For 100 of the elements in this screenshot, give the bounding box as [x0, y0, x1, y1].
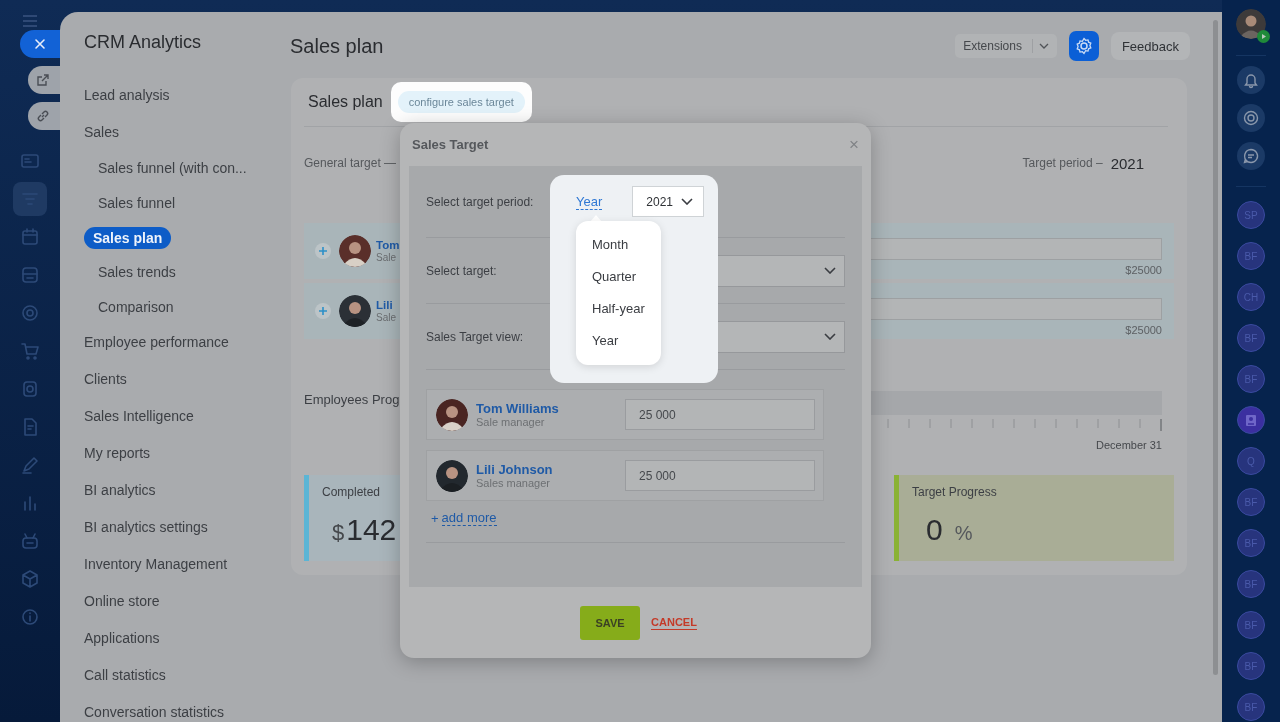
feedback-button[interactable]: Feedback [1110, 32, 1190, 60]
menu-item[interactable]: Quarter [576, 261, 661, 293]
sidebar-item[interactable]: Sales funnel (with con... [84, 151, 270, 186]
id-card-icon [20, 151, 40, 171]
cart-icon [20, 341, 40, 361]
target-icon [20, 303, 40, 323]
sidebar-item[interactable]: Online store [84, 583, 270, 620]
goals-button[interactable] [1237, 104, 1265, 132]
save-button[interactable]: SAVE [580, 605, 641, 640]
employee-name[interactable]: Tom Williams [476, 400, 625, 416]
sidebar-item[interactable]: Sales plan [84, 226, 172, 249]
expand-button[interactable] [315, 303, 331, 319]
chat-button[interactable] [1237, 142, 1265, 170]
expand-button[interactable] [315, 243, 331, 259]
notifications-button[interactable] [1237, 66, 1265, 94]
timeline-end-date: December 31 [1095, 439, 1162, 451]
progress-label: Employees Prog [304, 392, 400, 409]
device-icon [20, 379, 40, 399]
sidebar-item[interactable]: Applications [84, 620, 270, 657]
year-select[interactable]: 2021 [632, 186, 705, 217]
cube-icon [20, 569, 40, 589]
external-link-icon [36, 73, 50, 87]
menu-item[interactable]: Half-year [576, 293, 661, 325]
field-label: Select target: [426, 263, 498, 278]
currency-sign: $ [332, 520, 345, 546]
menu-item[interactable]: Year [576, 325, 661, 357]
dialog-title: Sales Target [412, 137, 489, 152]
scrollbar[interactable] [1213, 20, 1218, 675]
settings-button[interactable] [1068, 31, 1099, 61]
copy-link-button[interactable] [28, 102, 60, 130]
card-title: Sales plan [308, 93, 383, 111]
menu-icon[interactable] [22, 14, 38, 28]
extensions-button[interactable]: Extensions [955, 34, 1057, 58]
amount-input[interactable]: 25 000 [625, 399, 815, 430]
info-icon [20, 607, 40, 627]
stat-label: Target Progress [912, 485, 998, 499]
close-button[interactable] [20, 30, 60, 58]
add-more-link[interactable]: add more [441, 510, 497, 526]
plus-icon [319, 307, 327, 315]
play-badge-icon [1257, 30, 1270, 43]
target-period-label: Target period – [1022, 156, 1103, 170]
avatar [436, 398, 468, 431]
chat-avatar[interactable] [1237, 406, 1265, 434]
avatar [339, 295, 371, 327]
configure-button[interactable]: configure sales target [397, 91, 525, 113]
menu-item[interactable]: Month [576, 229, 661, 261]
stat-value: 0 [926, 513, 943, 547]
contact-book-icon [1246, 414, 1256, 426]
cancel-link[interactable]: CANCEL [651, 615, 697, 630]
period-type-link[interactable]: Year [576, 193, 603, 210]
chevron-down-icon [824, 333, 836, 340]
open-in-new-button[interactable] [28, 66, 60, 94]
employee-role: Sales manager [476, 476, 551, 490]
page-title: Sales plan [290, 34, 385, 58]
sidebar-item[interactable]: Comparison [84, 289, 270, 324]
sidebar-item[interactable]: BI analytics settings [84, 509, 270, 546]
panel-title: CRM Analytics [84, 32, 203, 53]
sidebar-item[interactable]: Sales [84, 114, 270, 151]
chat-icon [1242, 147, 1260, 165]
employee-name[interactable]: Lili Johnson [476, 461, 625, 477]
general-target-label: General target — [304, 156, 397, 170]
plus-icon [319, 247, 327, 255]
sidebar-item[interactable]: Clients [84, 361, 270, 398]
amount-input[interactable]: 25 000 [625, 460, 815, 491]
field-label: Select target period: [426, 194, 535, 209]
robot-icon [20, 531, 40, 551]
calendar-icon [20, 227, 40, 247]
inbox-icon [20, 265, 40, 285]
link-icon [36, 109, 50, 123]
sidebar-item[interactable]: Call statistics [84, 657, 270, 694]
employee-role: Sale [376, 252, 397, 264]
sidebar-item[interactable]: Sales funnel [84, 185, 270, 220]
chevron-down-icon [1038, 43, 1049, 49]
sidebar-item[interactable]: Inventory Management [84, 546, 270, 583]
sidebar-item[interactable]: Lead analysis [84, 77, 270, 114]
bell-icon [1242, 71, 1260, 89]
employee-name[interactable]: Lili [376, 298, 396, 312]
plus-sign: + [431, 510, 439, 526]
target-amount: $25000 [1125, 264, 1162, 276]
pen-icon [20, 455, 40, 475]
sidebar-item[interactable]: Sales trends [84, 255, 270, 290]
stat-value: 142 [346, 513, 397, 547]
target-amount: $25000 [1125, 324, 1162, 336]
employee-role: Sale [376, 312, 396, 324]
sidebar-item[interactable]: My reports [84, 435, 270, 472]
field-label: Sales Target view: [426, 329, 525, 344]
target-icon [1242, 109, 1260, 127]
sidebar-item[interactable]: Sales Intelligence [84, 398, 270, 435]
sidebar-item[interactable]: BI analytics [84, 472, 270, 509]
chevron-down-icon [681, 198, 694, 205]
target-period-value: 2021 [1110, 154, 1144, 172]
sidebar-item[interactable]: Employee performance [84, 324, 270, 361]
avatar [339, 235, 371, 267]
employee-role: Sale manager [476, 415, 546, 429]
close-icon [34, 38, 46, 50]
employee-name[interactable]: Tom [376, 238, 400, 252]
rail-button[interactable] [13, 182, 47, 216]
sidebar-item[interactable]: Conversation statistics [84, 694, 270, 722]
settings-icon [1074, 37, 1093, 55]
chevron-down-icon [824, 267, 836, 274]
